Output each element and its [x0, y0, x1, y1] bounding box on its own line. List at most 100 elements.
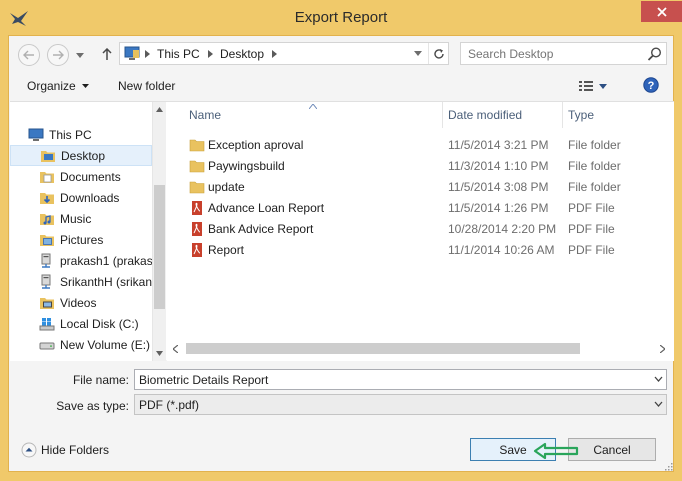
chevron-down-icon — [76, 52, 84, 58]
nav-item-label: This PC — [49, 127, 92, 142]
address-bar[interactable]: This PC Desktop — [119, 42, 449, 65]
nav-item-downloads[interactable]: Downloads — [10, 187, 152, 208]
new-folder-button[interactable]: New folder — [118, 79, 175, 93]
chevron-up-circle-icon — [21, 442, 37, 458]
documents-icon — [40, 171, 54, 183]
change-view-button[interactable] — [579, 77, 619, 95]
hide-folders-toggle[interactable]: Hide Folders — [21, 442, 109, 458]
chevron-right-icon — [145, 50, 150, 58]
nav-item-documents[interactable]: Documents — [10, 166, 152, 187]
nav-item-new-volume-e[interactable]: New Volume (E:) — [10, 334, 152, 355]
organize-label: Organize — [27, 79, 76, 93]
scroll-left-arrow-icon[interactable] — [173, 345, 178, 353]
file-row-update[interactable]: update 11/5/2014 3:08 PM File folder — [167, 176, 674, 197]
breadcrumb-this-pc[interactable]: This PC — [157, 47, 200, 61]
file-name: Paywingsbuild — [208, 159, 285, 173]
scroll-right-arrow-icon[interactable] — [660, 345, 665, 353]
pdf-icon — [192, 201, 202, 215]
scrollbar-thumb[interactable] — [154, 185, 165, 309]
file-name-input[interactable]: Biometric Details Report — [134, 369, 667, 390]
file-row-advance-loan-report[interactable]: Advance Loan Report 11/5/2014 1:26 PM PD… — [167, 197, 674, 218]
search-input[interactable] — [461, 43, 641, 64]
column-header-date-modified[interactable]: Date modified — [442, 102, 522, 128]
file-row-paywingsbuild[interactable]: Paywingsbuild 11/3/2014 1:10 PM File fol… — [167, 155, 674, 176]
file-row-bank-advice-report[interactable]: Bank Advice Report 10/28/2014 2:20 PM PD… — [167, 218, 674, 239]
chevron-down-icon[interactable] — [654, 376, 663, 382]
nav-item-desktop[interactable]: Desktop — [10, 145, 152, 166]
pdf-icon — [192, 222, 202, 236]
address-dropdown-button[interactable] — [408, 43, 428, 64]
recent-locations-button[interactable] — [73, 44, 87, 66]
export-report-dialog: Export Report This PC Desktop Search Des… — [0, 0, 682, 481]
scroll-down-arrow-icon[interactable] — [156, 351, 163, 356]
save-as-type-select[interactable]: PDF (*.pdf) — [134, 394, 667, 415]
nav-item-label: Pictures — [60, 232, 104, 247]
hide-folders-label: Hide Folders — [41, 443, 110, 457]
search-box[interactable] — [460, 42, 667, 65]
file-name: update — [208, 180, 245, 194]
pictures-icon — [40, 234, 54, 246]
music-icon — [40, 213, 54, 225]
file-type: PDF File — [568, 201, 615, 215]
nav-item-label: Videos — [60, 295, 97, 310]
file-date: 11/1/2014 10:26 AM — [448, 243, 555, 257]
nav-item-label: SrikanthH (srikan — [60, 274, 152, 289]
file-name: Bank Advice Report — [208, 222, 314, 236]
drive-icon — [39, 342, 55, 349]
file-type: File folder — [568, 180, 621, 194]
downloads-icon — [40, 192, 54, 204]
horizontal-scrollbar-thumb[interactable] — [186, 343, 580, 354]
nav-item-srikanthh[interactable]: SrikanthH (srikan — [10, 271, 152, 292]
resize-grip-icon[interactable] — [665, 463, 673, 471]
file-row-report[interactable]: Report 11/1/2014 10:26 AM PDF File — [167, 239, 674, 260]
sort-ascending-icon — [309, 104, 317, 109]
navigation-scrollbar[interactable] — [152, 102, 166, 361]
file-date: 11/5/2014 3:08 PM — [448, 180, 549, 194]
file-row-exception-aproval[interactable]: Exception aproval 11/5/2014 3:21 PM File… — [167, 134, 674, 155]
videos-icon — [40, 297, 54, 309]
column-header-name[interactable]: Name — [183, 102, 221, 128]
chevron-down-icon — [414, 51, 422, 56]
network-drive-icon — [41, 253, 51, 268]
help-icon[interactable]: ? — [643, 77, 659, 93]
folder-icon — [189, 139, 205, 152]
chevron-right-icon — [208, 50, 213, 58]
nav-item-music[interactable]: Music — [10, 208, 152, 229]
details-view-icon — [579, 81, 593, 91]
back-button[interactable] — [18, 44, 40, 66]
chevron-right-icon — [272, 50, 277, 58]
forward-button[interactable] — [47, 44, 69, 66]
window-title: Export Report — [294, 9, 388, 26]
file-date: 11/5/2014 1:26 PM — [448, 201, 549, 215]
file-list[interactable]: Name Date modified Type Exception aprova… — [167, 102, 674, 361]
search-icon[interactable] — [647, 46, 663, 62]
desktop-folder-icon — [41, 150, 55, 162]
scroll-up-arrow-icon[interactable] — [156, 107, 163, 112]
column-header-type[interactable]: Type — [562, 102, 594, 128]
annotation-arrow-icon — [533, 442, 579, 460]
nav-item-prakash1[interactable]: prakash1 (prakas — [10, 250, 152, 271]
breadcrumb-desktop[interactable]: Desktop — [220, 47, 264, 61]
refresh-icon — [434, 48, 444, 59]
file-date: 10/28/2014 2:20 PM — [448, 222, 557, 236]
refresh-button[interactable] — [428, 43, 449, 64]
nav-item-local-disk-c[interactable]: Local Disk (C:) — [10, 313, 152, 334]
nav-item-videos[interactable]: Videos — [10, 292, 152, 313]
nav-item-pictures[interactable]: Pictures — [10, 229, 152, 250]
cancel-button[interactable]: Cancel — [568, 438, 656, 461]
up-button[interactable] — [99, 45, 115, 63]
dialog-body: This PC Desktop Organi — [8, 35, 674, 472]
close-button[interactable] — [641, 1, 682, 22]
folder-icon — [189, 181, 205, 194]
folder-icon — [189, 160, 205, 173]
close-icon — [656, 6, 667, 17]
file-name-label: File name: — [72, 373, 129, 387]
pdf-icon — [192, 243, 202, 257]
network-drive-icon — [41, 274, 51, 289]
nav-item-label: Local Disk (C:) — [60, 316, 139, 331]
nav-item-this-pc[interactable]: This PC — [10, 124, 152, 145]
navigation-pane[interactable]: This PC Desktop Documents Downloads Musi… — [10, 102, 166, 361]
organize-button[interactable]: Organize — [27, 79, 89, 93]
title-bar[interactable]: Export Report — [0, 0, 682, 36]
file-name: Advance Loan Report — [208, 201, 325, 215]
